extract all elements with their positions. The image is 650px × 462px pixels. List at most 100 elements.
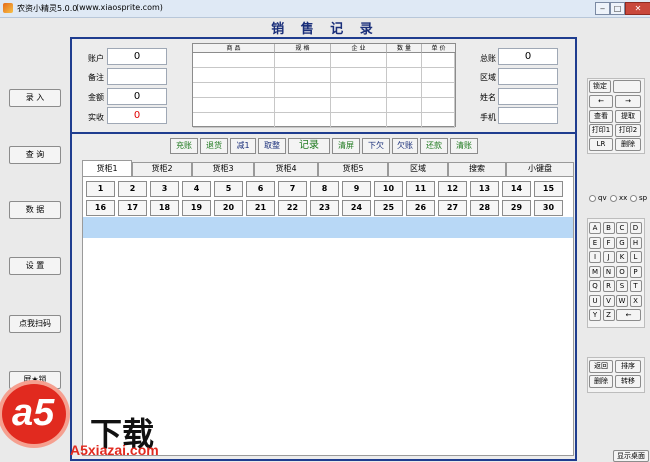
cabinet-item-button[interactable]: 10 (374, 181, 403, 197)
cabinet-item-button[interactable]: 27 (438, 200, 467, 216)
letter-key[interactable]: C (616, 222, 628, 234)
print1-button[interactable]: 打印1 (589, 124, 613, 137)
letter-key[interactable]: X (629, 294, 642, 307)
item-table[interactable]: 商 品 规 格 企 业 数 量 单 价 (192, 43, 456, 128)
round-button[interactable]: 取整 (258, 138, 286, 154)
area-field[interactable] (498, 68, 558, 85)
letter-key[interactable]: U (589, 294, 601, 307)
letter-key[interactable]: P (629, 265, 642, 278)
letter-key[interactable]: W (616, 294, 628, 307)
tab-cabinet-2[interactable]: 货柜2 (132, 162, 192, 176)
cabinet-item-button[interactable]: 3 (150, 181, 179, 197)
table-cell[interactable] (193, 53, 275, 68)
cabinet-item-button[interactable]: 20 (214, 200, 243, 216)
letter-key[interactable]: M (589, 265, 601, 278)
table-cell[interactable] (422, 53, 455, 68)
letter-key[interactable]: T (629, 280, 642, 292)
table-cell[interactable] (275, 113, 331, 128)
cabinet-item-button[interactable]: 29 (502, 200, 531, 216)
maximize-button[interactable]: □ (610, 2, 625, 15)
letter-key[interactable]: A (589, 222, 601, 234)
tab-search[interactable]: 搜索 (448, 162, 506, 176)
letter-key[interactable]: Z (602, 309, 615, 321)
table-cell[interactable] (331, 98, 387, 113)
letter-key[interactable]: Q (589, 280, 601, 292)
clear-screen-button[interactable]: 清屏 (332, 138, 360, 154)
view-button[interactable]: 查看 (589, 110, 613, 123)
table-cell[interactable] (331, 113, 387, 128)
total-field[interactable]: 0 (498, 48, 558, 65)
table-cell[interactable] (331, 68, 387, 83)
table-cell[interactable] (422, 68, 455, 83)
letter-key[interactable]: D (629, 222, 642, 234)
tab-keypad[interactable]: 小键盘 (506, 162, 574, 176)
cabinet-item-button[interactable]: 19 (182, 200, 211, 216)
owe-button[interactable]: 下欠 (362, 138, 390, 154)
cabinet-item-button[interactable]: 30 (534, 200, 563, 216)
letter-key[interactable]: E (589, 236, 601, 249)
sort-button[interactable]: 排序 (615, 360, 641, 373)
cabinet-item-button[interactable]: 17 (118, 200, 147, 216)
cabinet-item-button[interactable]: 16 (86, 200, 115, 216)
scan-code-button[interactable]: 点我扫码 (9, 315, 61, 333)
table-cell[interactable] (387, 98, 422, 113)
table-cell[interactable] (387, 68, 422, 83)
entry-button[interactable]: 录 入 (9, 89, 61, 107)
left-arrow-button[interactable]: ← (589, 95, 613, 108)
cabinet-item-button[interactable]: 6 (246, 181, 275, 197)
account-field[interactable]: 0 (107, 48, 167, 65)
return-button[interactable]: 退货 (200, 138, 228, 154)
cabinet-item-button[interactable]: 4 (182, 181, 211, 197)
letter-key[interactable]: Y (589, 309, 601, 321)
clear-account-button[interactable]: 清账 (450, 138, 478, 154)
letter-key[interactable]: V (602, 294, 615, 307)
settings-button[interactable]: 设 置 (9, 257, 61, 275)
radio-xx[interactable] (610, 195, 617, 202)
tab-cabinet-5[interactable]: 货柜5 (318, 162, 388, 176)
table-cell[interactable] (422, 83, 455, 98)
tab-cabinet-4[interactable]: 货柜4 (254, 162, 318, 176)
cabinet-item-button[interactable]: 25 (374, 200, 403, 216)
phone-field[interactable] (498, 107, 558, 124)
table-cell[interactable] (275, 68, 331, 83)
cabinet-item-button[interactable]: 12 (438, 181, 467, 197)
lock-button[interactable]: 锁定 (589, 80, 611, 93)
cabinet-item-button[interactable]: 22 (278, 200, 307, 216)
letter-key[interactable]: F (602, 236, 615, 249)
letter-key[interactable]: G (616, 236, 628, 249)
back-button[interactable]: 返回 (589, 360, 613, 373)
letter-key[interactable]: N (602, 265, 615, 278)
letter-key[interactable]: O (616, 265, 628, 278)
table-cell[interactable] (193, 83, 275, 98)
right-arrow-button[interactable]: → (615, 95, 641, 108)
backspace-key[interactable]: ← (616, 309, 641, 321)
letter-key[interactable]: L (629, 251, 642, 263)
cabinet-item-button[interactable]: 11 (406, 181, 435, 197)
extract-button[interactable]: 提取 (615, 110, 641, 123)
cabinet-item-button[interactable]: 28 (470, 200, 499, 216)
cabinet-item-button[interactable]: 24 (342, 200, 371, 216)
show-desktop-button[interactable]: 显示桌面 (613, 450, 649, 462)
debt-button[interactable]: 欠账 (392, 138, 418, 154)
table-cell[interactable] (275, 83, 331, 98)
letter-key[interactable]: R (602, 280, 615, 292)
cabinet-item-button[interactable]: 5 (214, 181, 243, 197)
print2-button[interactable]: 打印2 (615, 124, 641, 137)
cabinet-item-button[interactable]: 26 (406, 200, 435, 216)
cabinet-item-button[interactable]: 2 (118, 181, 147, 197)
minimize-button[interactable]: ‒ (595, 2, 610, 15)
letter-key[interactable]: I (589, 251, 601, 263)
transfer-button[interactable]: 转移 (615, 375, 641, 388)
repay-button[interactable]: 还款 (420, 138, 448, 154)
blank-field[interactable] (613, 80, 641, 93)
table-cell[interactable] (422, 98, 455, 113)
table-cell[interactable] (331, 83, 387, 98)
bottom-delete-button[interactable]: 删除 (589, 375, 613, 388)
record-button[interactable]: 记录 (288, 138, 330, 154)
amount-field[interactable]: 0 (107, 88, 167, 105)
letter-key[interactable]: J (602, 251, 615, 263)
cabinet-item-button[interactable]: 21 (246, 200, 275, 216)
cabinet-item-button[interactable]: 23 (310, 200, 339, 216)
radio-sp[interactable] (630, 195, 637, 202)
table-cell[interactable] (193, 113, 275, 128)
